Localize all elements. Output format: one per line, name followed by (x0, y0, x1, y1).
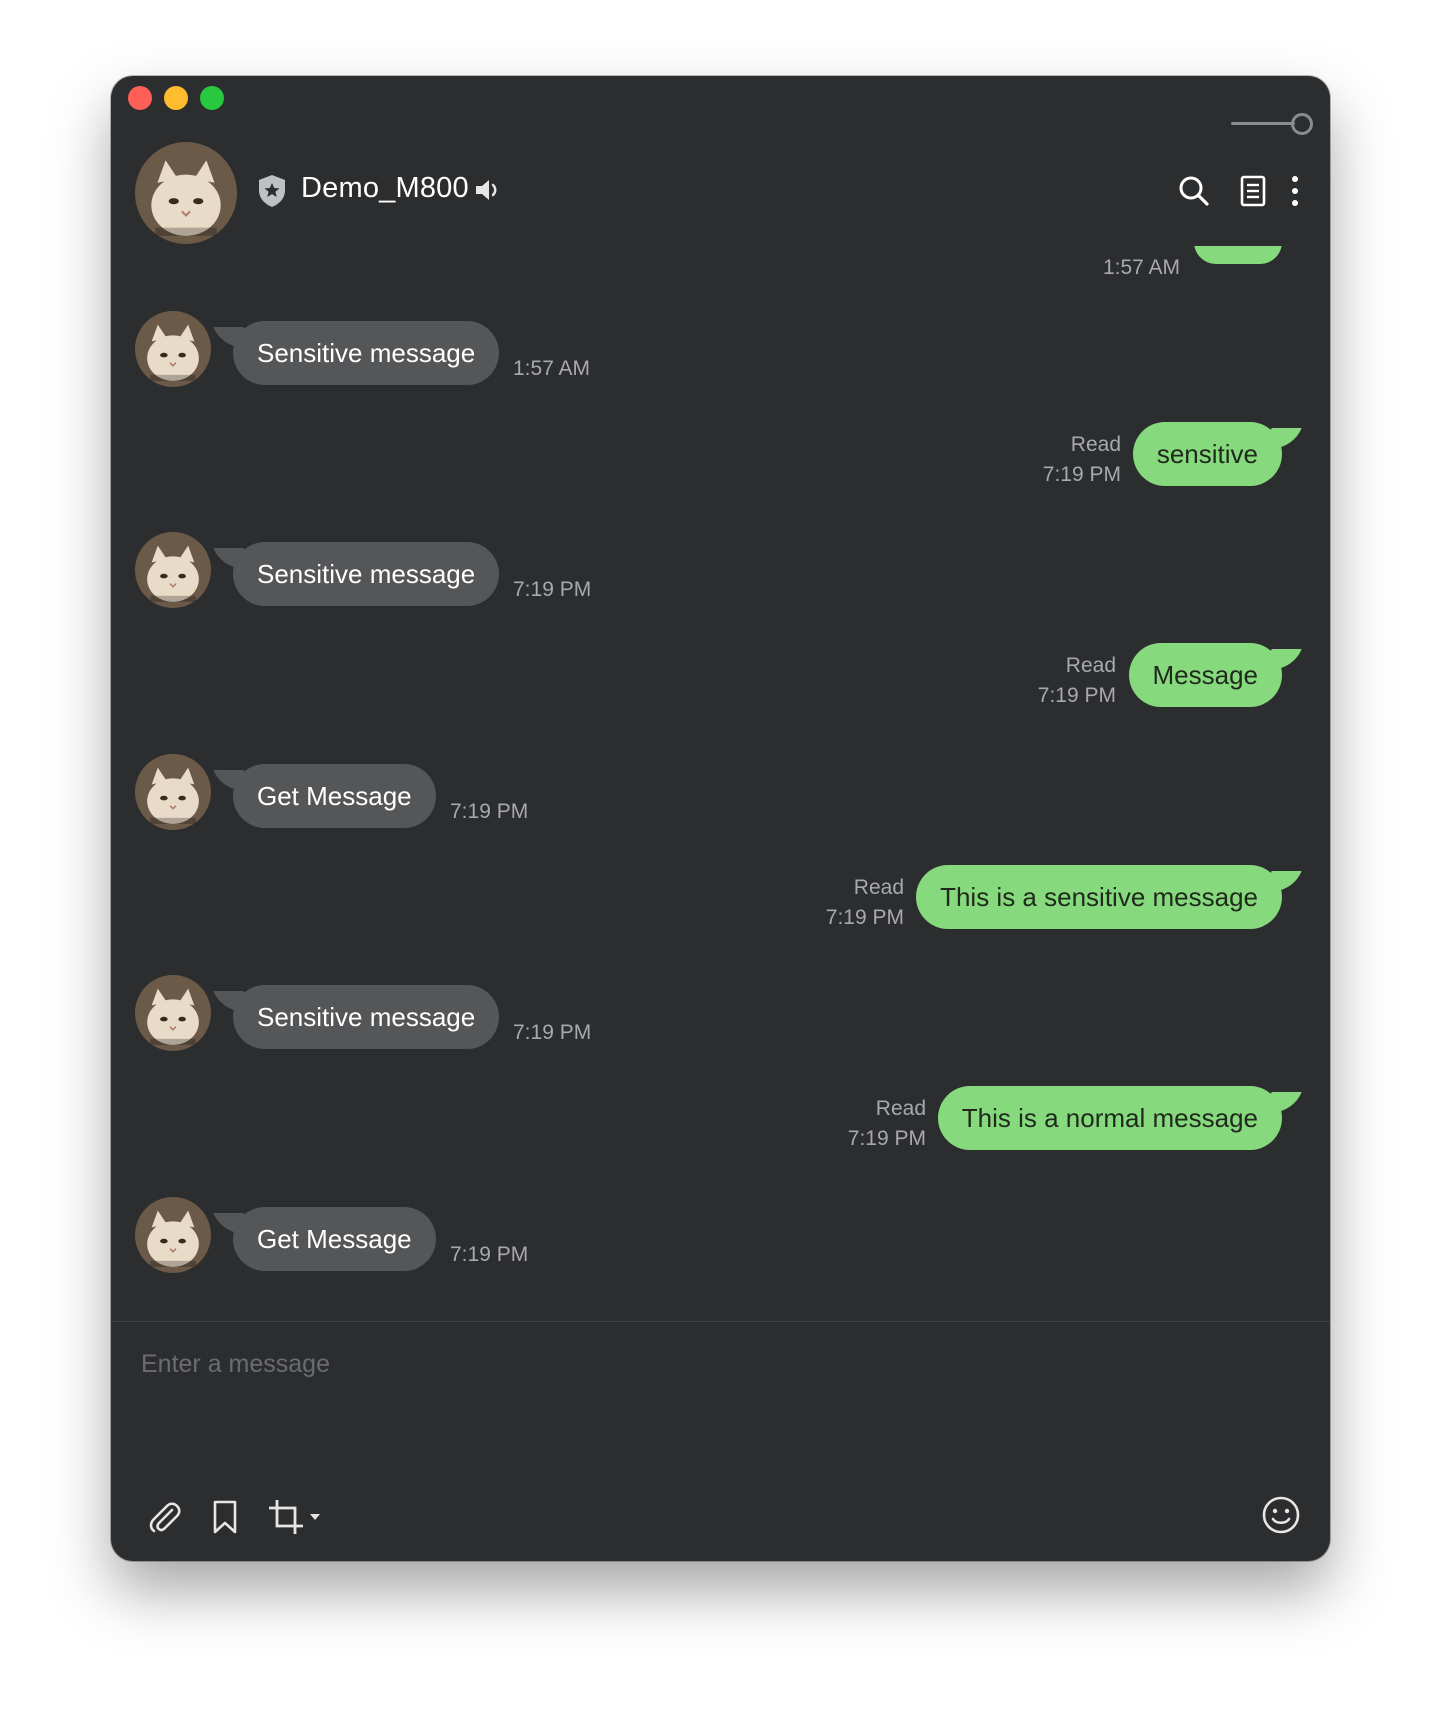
incoming-message-row: Sensitive message 7:19 PM (111, 532, 1330, 612)
shield-star-icon (259, 175, 285, 207)
outgoing-message-bubble[interactable]: Message (1128, 643, 1282, 708)
opacity-slider-track[interactable] (1231, 122, 1295, 125)
maximize-window-button[interactable] (200, 86, 224, 110)
incoming-message-row: Get Message 7:19 PM (111, 1196, 1330, 1277)
speaker-icon[interactable] (473, 176, 501, 204)
bookmark-icon[interactable] (206, 1498, 244, 1536)
outgoing-message-bubble[interactable]: This is a normal message (937, 1085, 1282, 1150)
search-icon[interactable] (1177, 174, 1211, 208)
message-time: 7:19 PM (825, 905, 904, 929)
read-status: Read (1070, 432, 1121, 456)
incoming-message-row: Get Message 7:19 PM (111, 753, 1330, 834)
read-status: Read (875, 1096, 926, 1120)
message-time: 7:19 PM (1037, 684, 1116, 708)
sender-avatar[interactable] (135, 753, 211, 830)
chat-window: Demo_M800 1:57 AM Sensitive message 1:57 … (111, 76, 1330, 1561)
contact-name: Demo_M800 (301, 172, 469, 204)
message-time: 7:19 PM (513, 1021, 592, 1045)
outgoing-message-row: This is a normal message Read 7:19 PM (111, 1085, 1330, 1166)
outgoing-message-row: Message Read 7:19 PM (111, 643, 1330, 723)
read-status: Read (1065, 654, 1116, 678)
message-list[interactable]: 1:57 AM Sensitive message 1:57 AM sensitiv… (111, 246, 1330, 1396)
incoming-message-bubble[interactable]: Sensitive message (233, 542, 500, 607)
message-time: 7:19 PM (513, 578, 592, 602)
message-time: 7:19 PM (1042, 462, 1121, 486)
message-input[interactable] (139, 1341, 1293, 1387)
message-meta: Read 7:19 PM (826, 873, 904, 933)
message-time: 7:19 PM (450, 1242, 529, 1266)
message-meta: Read 7:19 PM (1043, 430, 1121, 490)
sender-avatar[interactable] (135, 532, 211, 609)
incoming-message-row: Sensitive message 7:19 PM (111, 975, 1330, 1055)
sender-avatar[interactable] (135, 975, 211, 1052)
message-meta: Read 7:19 PM (1038, 651, 1116, 711)
close-window-button[interactable] (128, 86, 152, 110)
message-time: 7:19 PM (450, 799, 529, 823)
sender-avatar[interactable] (135, 1196, 211, 1273)
incoming-message-bubble[interactable]: Sensitive message (233, 321, 500, 385)
emoji-icon[interactable] (1261, 1495, 1301, 1535)
notes-icon[interactable] (1236, 174, 1270, 208)
composer-divider (111, 1321, 1330, 1322)
outgoing-message-row: sensitive Read 7:19 PM (111, 421, 1330, 502)
partial-outgoing-bubble[interactable] (1194, 246, 1282, 264)
message-time: 1:57 AM (1102, 256, 1180, 279)
outgoing-message-bubble[interactable]: This is a sensitive message (916, 864, 1282, 929)
message-meta: Read 7:19 PM (848, 1094, 926, 1154)
chevron-down-icon[interactable] (309, 1512, 321, 1522)
opacity-slider-knob[interactable] (1291, 113, 1313, 135)
message-time: 1:57 AM (513, 357, 591, 380)
incoming-message-row: Sensitive message 1:57 AM (111, 311, 1330, 391)
incoming-message-bubble[interactable]: Get Message (233, 1206, 436, 1271)
contact-avatar[interactable] (135, 142, 237, 244)
paperclip-icon[interactable] (146, 1498, 184, 1536)
incoming-message-bubble[interactable]: Get Message (233, 763, 436, 828)
sender-avatar[interactable] (135, 311, 211, 387)
outgoing-message-row: This is a sensitive message Read 7:19 PM (111, 864, 1330, 945)
minimize-window-button[interactable] (164, 86, 188, 110)
more-icon[interactable] (1285, 174, 1305, 208)
read-status: Read (853, 875, 904, 899)
message-time: 7:19 PM (847, 1126, 926, 1150)
incoming-message-bubble[interactable]: Sensitive message (233, 985, 500, 1050)
outgoing-message-bubble[interactable]: sensitive (1132, 421, 1282, 486)
crop-icon[interactable] (267, 1498, 305, 1536)
